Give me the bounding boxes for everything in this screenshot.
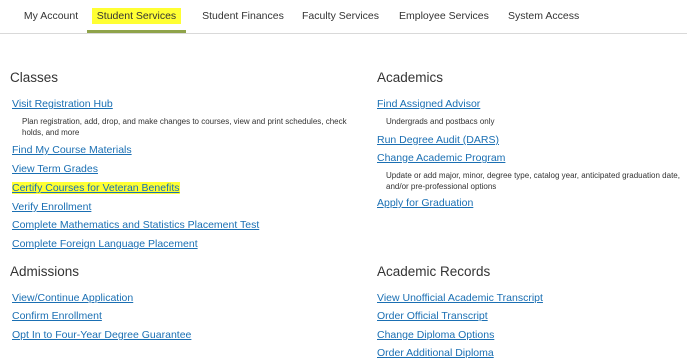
find-course-materials-link[interactable]: Find My Course Materials [12,144,132,156]
tab-label: System Access [508,10,580,22]
tab-label: Student Services [91,8,182,24]
apply-for-graduation-link[interactable]: Apply for Graduation [377,197,473,209]
certify-veteran-benefits-label: Certify Courses for Veteran Benefits [12,182,180,194]
find-assigned-advisor-link[interactable]: Find Assigned Advisor [377,98,480,110]
tab-label: Employee Services [399,10,489,22]
academic-records-heading: Academic Records [377,264,491,279]
opt-in-degree-guarantee-link[interactable]: Opt In to Four-Year Degree Guarantee [12,329,191,341]
classes-heading: Classes [10,70,59,85]
tab-label: My Account [23,10,79,22]
math-placement-test-link[interactable]: Complete Mathematics and Statistics Plac… [12,219,259,231]
change-program-description: Update or add major, minor, degree type,… [386,171,680,191]
tab-faculty-services[interactable]: Faculty Services [302,0,379,32]
view-term-grades-link[interactable]: View Term Grades [12,163,98,175]
admissions-heading: Admissions [10,264,80,279]
main-nav-tabs: My Account Student Services Student Fina… [0,0,687,34]
confirm-enrollment-link[interactable]: Confirm Enrollment [12,310,102,322]
view-continue-application-link[interactable]: View/Continue Application [12,292,133,304]
run-degree-audit-link[interactable]: Run Degree Audit (DARS) [377,134,499,146]
advisor-description: Undergrads and postbacs only [386,117,495,126]
tab-employee-services[interactable]: Employee Services [399,0,489,32]
tab-label: Faculty Services [302,10,380,22]
order-additional-diploma-link[interactable]: Order Additional Diploma [377,347,494,359]
tab-student-finances[interactable]: Student Finances [202,0,284,32]
order-official-transcript-link[interactable]: Order Official Transcript [377,310,488,322]
visit-registration-hub-link[interactable]: Visit Registration Hub [12,98,113,110]
change-academic-program-link[interactable]: Change Academic Program [377,152,505,164]
tab-my-account[interactable]: My Account [22,0,80,32]
change-diploma-options-link[interactable]: Change Diploma Options [377,329,494,341]
view-unofficial-transcript-link[interactable]: View Unofficial Academic Transcript [377,292,543,304]
certify-veteran-benefits-link[interactable]: Certify Courses for Veteran Benefits [12,182,180,194]
tab-label: Student Finances [202,10,284,22]
registration-hub-description: Plan registration, add, drop, and make c… [22,117,347,137]
language-placement-link[interactable]: Complete Foreign Language Placement [12,238,198,250]
academics-heading: Academics [377,70,444,85]
tab-system-access[interactable]: System Access [508,0,579,32]
verify-enrollment-link[interactable]: Verify Enrollment [12,201,91,213]
tab-student-services[interactable]: Student Services [87,0,186,33]
